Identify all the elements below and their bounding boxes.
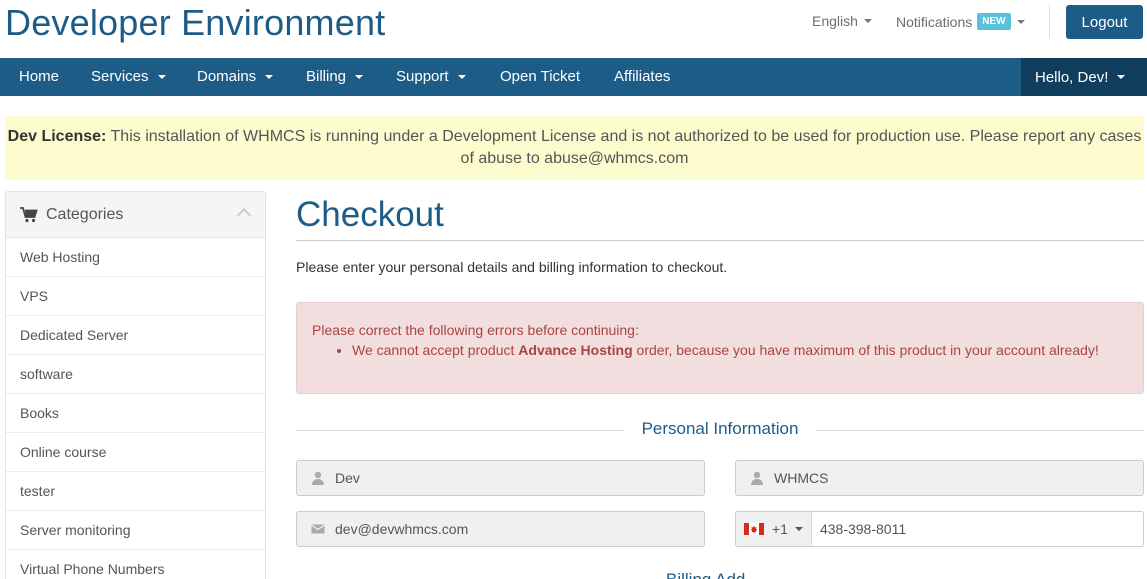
nav-home[interactable]: Home — [19, 58, 59, 96]
categories-sidebar: Categories Web Hosting VPS Dedicated Ser… — [5, 191, 266, 579]
error-alert: Please correct the following errors befo… — [296, 302, 1144, 394]
main-navbar: Home Services Domains Billing Support Op… — [0, 58, 1147, 96]
nav-domains-label: Domains — [197, 68, 257, 85]
categories-header[interactable]: Categories — [6, 192, 265, 238]
shopping-cart-icon — [20, 206, 38, 222]
category-item[interactable]: Online course — [6, 433, 265, 472]
phone-number-value: 438-398-8011 — [819, 521, 907, 537]
nav-support-label: Support — [396, 68, 449, 85]
email-field[interactable]: dev@devwhmcs.com — [296, 511, 705, 547]
license-label: Dev License: — [7, 128, 107, 145]
billing-address-heading: Billing Add — [666, 570, 745, 579]
envelope-icon — [311, 524, 325, 534]
nav-affiliates[interactable]: Affiliates — [614, 58, 670, 96]
category-item[interactable]: Virtual Phone Numbers — [6, 550, 265, 579]
last-name-field[interactable]: WHMCS — [735, 460, 1144, 496]
nav-services[interactable]: Services — [91, 58, 166, 96]
category-item[interactable]: Dedicated Server — [6, 316, 265, 355]
last-name-value: WHMCS — [774, 470, 829, 486]
language-selector[interactable]: English — [812, 13, 872, 29]
user-menu-label: Hello, Dev! — [1035, 68, 1109, 86]
chevron-down-icon — [157, 75, 166, 79]
chevron-down-icon — [1016, 19, 1025, 24]
site-header: Developer Environment English Notificati… — [0, 0, 1147, 58]
email-value: dev@devwhmcs.com — [335, 521, 469, 537]
new-badge: NEW — [977, 13, 1011, 30]
error-product-name: Advance Hosting — [518, 342, 633, 358]
chevron-down-icon — [457, 75, 466, 79]
nav-open-ticket[interactable]: Open Ticket — [500, 58, 580, 96]
category-item[interactable]: Books — [6, 394, 265, 433]
nav-support[interactable]: Support — [396, 58, 466, 96]
nav-billing-label: Billing — [306, 68, 347, 85]
notifications-label: Notifications — [896, 13, 973, 30]
nav-domains[interactable]: Domains — [197, 58, 274, 96]
category-item[interactable]: tester — [6, 472, 265, 511]
user-icon — [751, 471, 763, 485]
canada-flag-icon — [744, 523, 764, 535]
chevron-down-icon — [265, 75, 274, 79]
category-item[interactable]: Server monitoring — [6, 511, 265, 550]
heading-rule-right — [816, 430, 1144, 431]
nav-home-label: Home — [19, 68, 60, 85]
error-text-pre: We cannot accept product — [352, 342, 519, 358]
license-text: This installation of WHMCS is running un… — [110, 128, 1142, 167]
personal-info-heading: Personal Information — [296, 419, 1144, 441]
page-title: Checkout — [296, 195, 444, 234]
first-name-field[interactable]: Dev — [296, 460, 705, 496]
brand-logo-text[interactable]: Developer Environment — [5, 2, 385, 44]
phone-field[interactable]: +1 438-398-8011 — [735, 511, 1144, 547]
category-item[interactable]: software — [6, 355, 265, 394]
user-menu[interactable]: Hello, Dev! — [1021, 58, 1147, 96]
category-item[interactable]: Web Hosting — [6, 238, 265, 277]
chevron-down-icon — [794, 527, 803, 531]
user-icon — [312, 471, 324, 485]
chevron-down-icon — [1117, 75, 1126, 79]
country-code-selector[interactable]: +1 — [736, 512, 812, 546]
nav-billing[interactable]: Billing — [306, 58, 364, 96]
nav-open-ticket-label: Open Ticket — [500, 68, 581, 85]
header-divider — [1049, 5, 1050, 38]
error-text-post: order, because you have maximum of this … — [632, 342, 1099, 358]
error-list: We cannot accept product Advance Hosting… — [352, 340, 1128, 360]
title-divider — [296, 240, 1144, 241]
error-heading: Please correct the following errors befo… — [312, 322, 639, 338]
chevron-up-icon[interactable] — [236, 207, 252, 223]
nav-services-label: Services — [91, 68, 149, 85]
chevron-down-icon — [863, 19, 872, 23]
category-item[interactable]: VPS — [6, 277, 265, 316]
notifications-menu[interactable]: Notifications NEW — [896, 13, 1025, 30]
checkout-intro: Please enter your personal details and b… — [296, 259, 728, 275]
language-label: English — [812, 13, 858, 29]
categories-title: Categories — [46, 205, 124, 223]
country-code-value: +1 — [772, 521, 788, 537]
personal-info-label: Personal Information — [641, 419, 799, 438]
error-item: We cannot accept product Advance Hosting… — [352, 340, 1128, 360]
logout-button[interactable]: Logout — [1066, 5, 1143, 39]
dev-license-notice: Dev License: This installation of WHMCS … — [5, 116, 1144, 180]
chevron-down-icon — [355, 75, 364, 79]
nav-affiliates-label: Affiliates — [614, 68, 671, 85]
first-name-value: Dev — [335, 470, 360, 486]
